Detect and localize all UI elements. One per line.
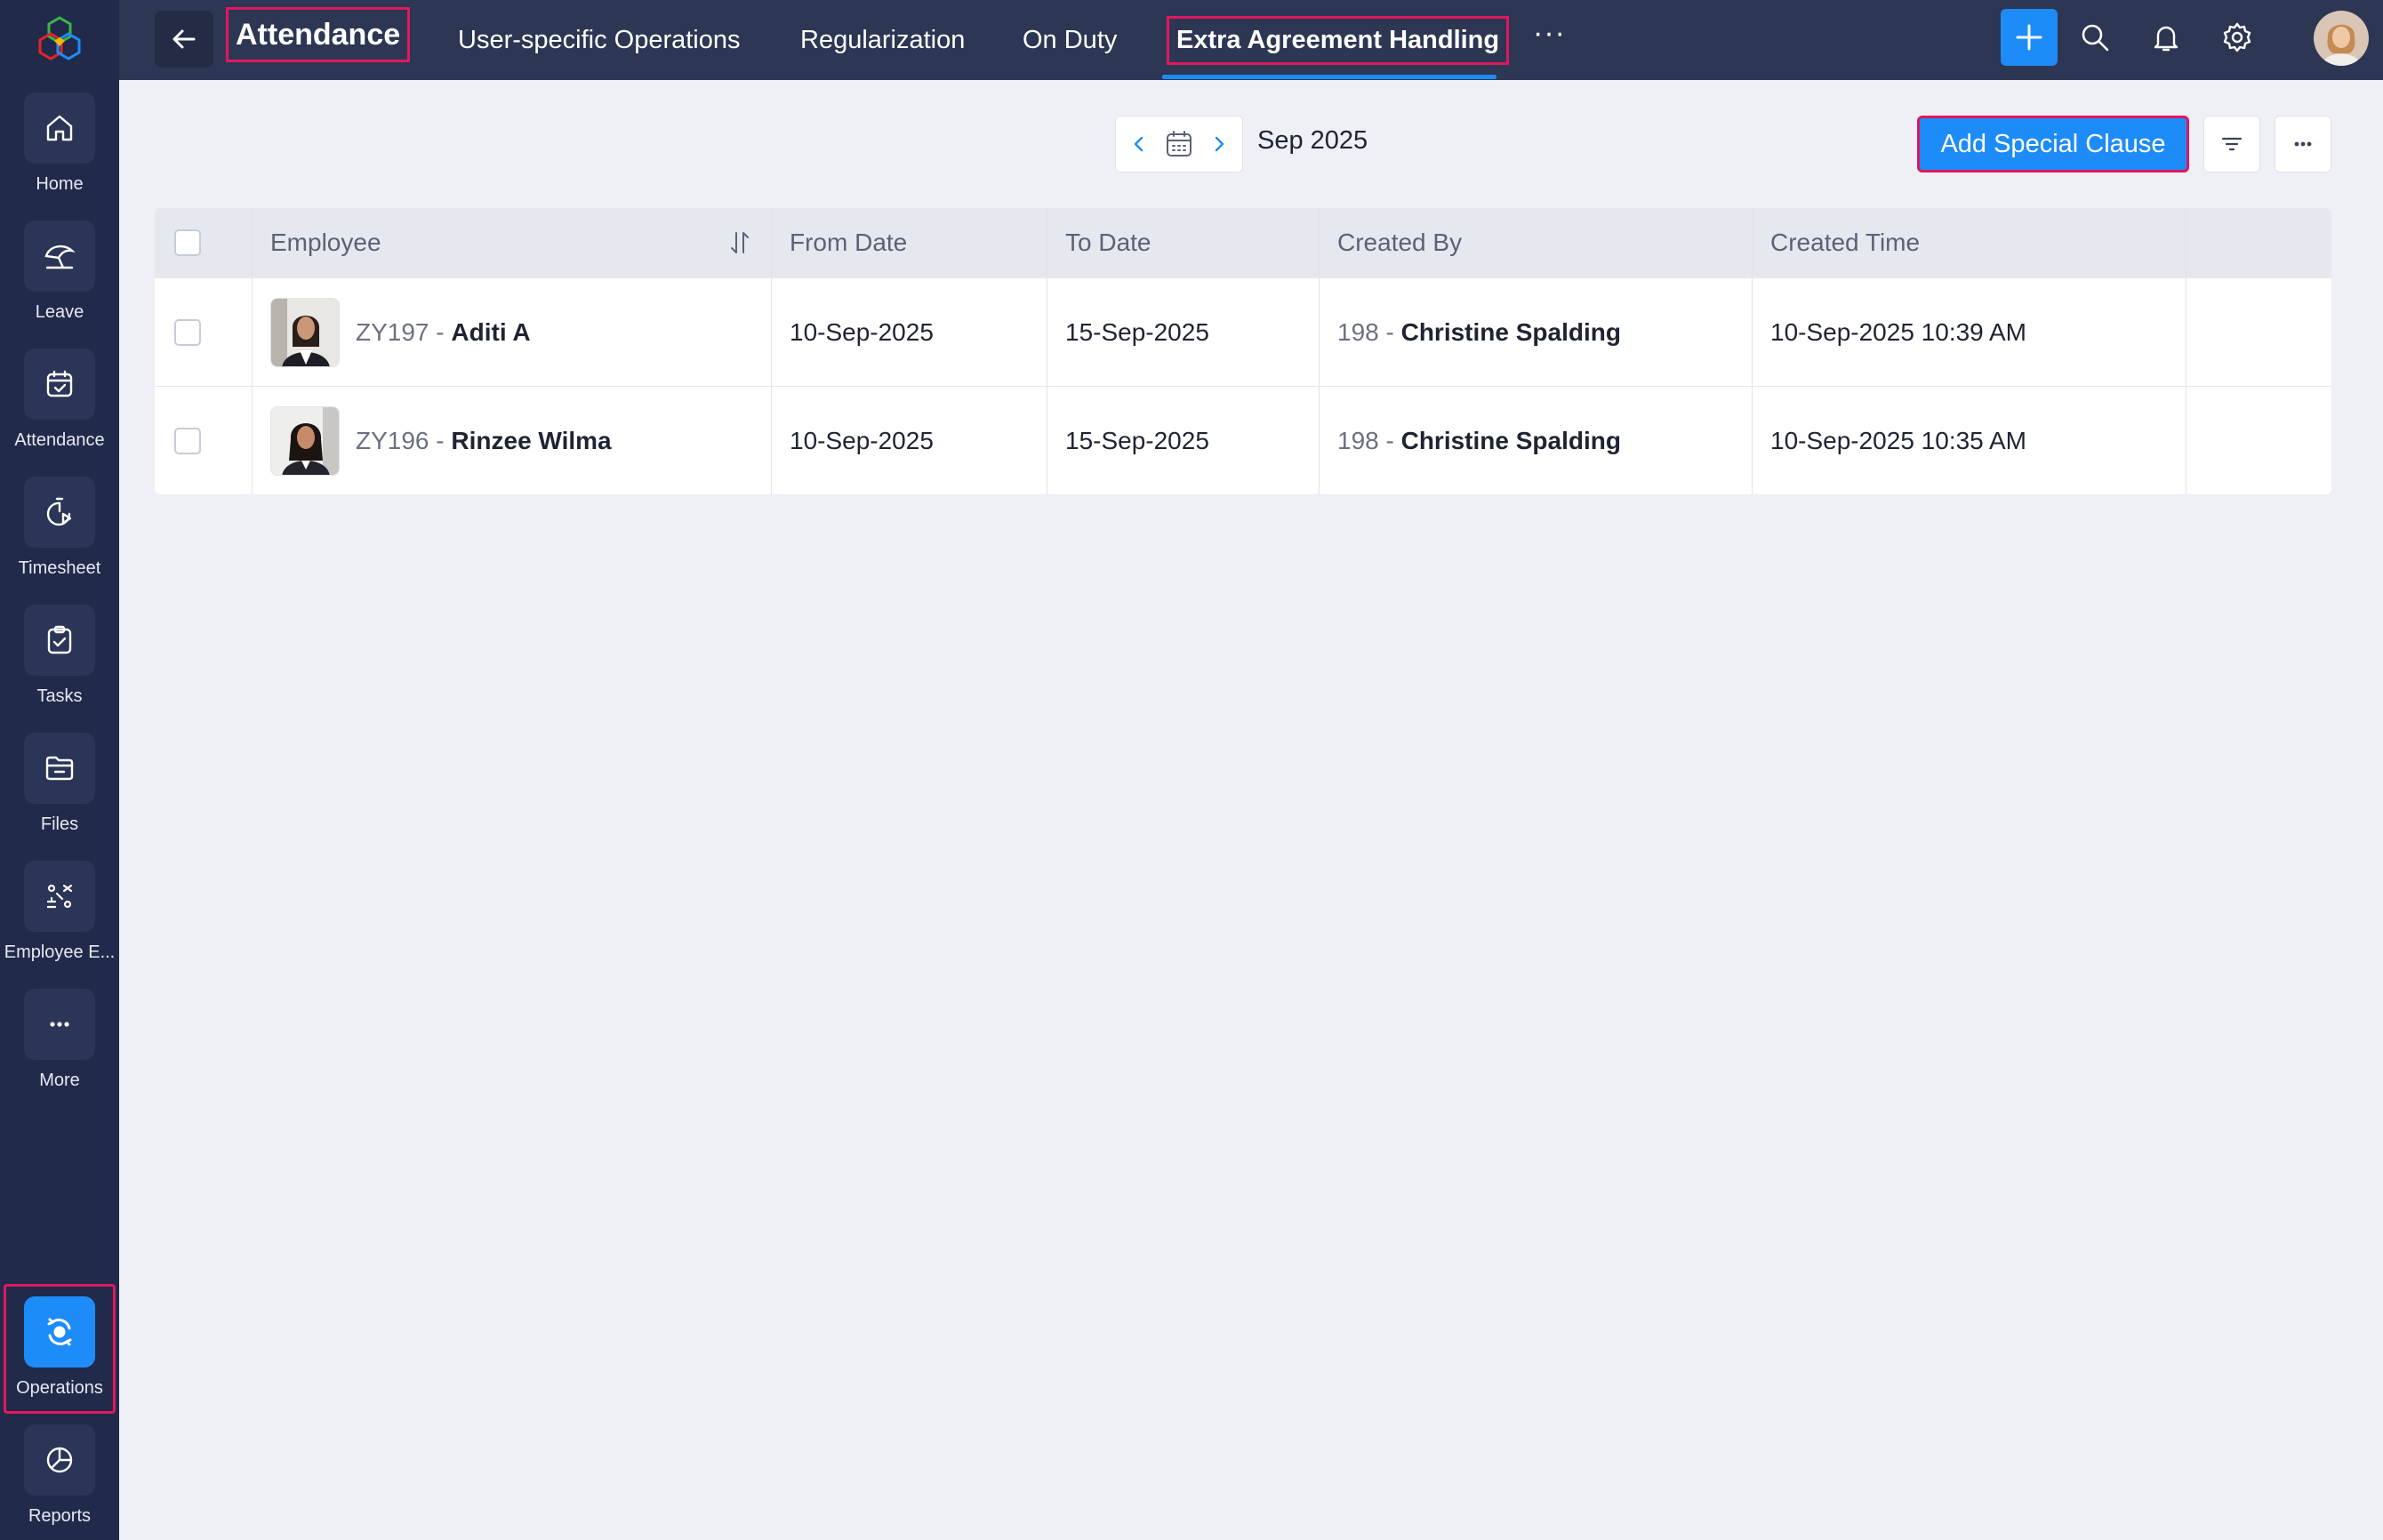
more-options-button[interactable]: [2275, 116, 2331, 172]
select-all-checkbox[interactable]: [174, 229, 201, 256]
creator-name[interactable]: Christine Spalding: [1401, 427, 1621, 455]
employee-photo: [270, 297, 340, 367]
umbrella-icon: [44, 245, 76, 269]
plus-icon: [2016, 24, 2042, 51]
sidebar-item-label: Operations: [16, 1378, 103, 1398]
sidebar-item-employee-engagement[interactable]: Employee E...: [0, 861, 119, 976]
sidebar-item-timesheet[interactable]: Timesheet: [0, 477, 119, 592]
to-date-cell: 15-Sep-2025: [1047, 278, 1320, 386]
add-special-clause-button[interactable]: Add Special Clause: [1917, 116, 2189, 172]
employee-engagement-icon: [46, 884, 73, 909]
sidebar: Home Leave Attendance Timesheet Tasks Fi…: [0, 0, 119, 1540]
from-date-cell: 10-Sep-2025: [772, 278, 1047, 386]
app-logo-icon[interactable]: [36, 14, 84, 62]
arrow-left-icon: [173, 29, 196, 49]
special-clause-table: Employee From Date To Date Created By Cr…: [155, 208, 2331, 494]
column-header-created-by[interactable]: Created By: [1320, 208, 1753, 277]
employee-name[interactable]: Aditi A: [451, 318, 530, 347]
table-row[interactable]: ZY197 - Aditi A 10-Sep-2025 15-Sep-2025 …: [155, 277, 2331, 386]
chevron-right-icon[interactable]: [1208, 133, 1230, 155]
to-date-cell: 15-Sep-2025: [1047, 387, 1320, 494]
calendar-check-icon: [46, 370, 73, 397]
column-header-employee[interactable]: Employee: [253, 208, 772, 277]
created-time-cell: 10-Sep-2025 10:39 AM: [1753, 278, 2186, 386]
tabs-more-button[interactable]: ···: [1533, 16, 1566, 51]
current-month-label: Sep 2025: [1257, 126, 1368, 155]
sort-icon[interactable]: [726, 229, 753, 256]
search-icon: [2082, 24, 2109, 52]
created-time-cell: 10-Sep-2025 10:35 AM: [1753, 387, 2186, 494]
employee-id: ZY197 -: [356, 317, 445, 346]
column-header-to-date[interactable]: To Date: [1047, 208, 1320, 277]
sidebar-item-files[interactable]: Files: [0, 733, 119, 848]
sidebar-item-operations[interactable]: Operations: [0, 1296, 119, 1412]
sidebar-item-label: Tasks: [36, 686, 83, 706]
top-bar: Attendance User-specific Operations Regu…: [119, 0, 2383, 80]
sidebar-item-more[interactable]: More: [0, 989, 119, 1104]
creator-id: 198 -: [1337, 317, 1394, 346]
employee-photo-icon: [271, 406, 339, 475]
sidebar-item-reports[interactable]: Reports: [0, 1424, 119, 1540]
employee-photo-icon: [271, 298, 339, 366]
filter-icon: [2221, 137, 2243, 151]
sidebar-item-label: Home: [36, 174, 84, 194]
sidebar-item-tasks[interactable]: Tasks: [0, 605, 119, 720]
more-dots-icon: [50, 1022, 69, 1027]
employee-name[interactable]: Rinzee Wilma: [451, 427, 611, 455]
gear-icon: [2223, 22, 2251, 52]
sidebar-item-leave[interactable]: Leave: [0, 221, 119, 336]
employee-photo: [270, 405, 340, 476]
sidebar-item-label: Leave: [35, 302, 84, 322]
row-checkbox[interactable]: [174, 427, 201, 454]
back-button[interactable]: [155, 11, 213, 68]
operations-icon: [47, 1318, 72, 1346]
tab-regularization[interactable]: Regularization: [800, 0, 965, 80]
home-icon: [46, 115, 73, 141]
sidebar-item-label: Timesheet: [18, 558, 101, 578]
pie-chart-icon: [46, 1447, 73, 1473]
tab-on-duty[interactable]: On Duty: [1023, 0, 1117, 80]
row-checkbox[interactable]: [174, 318, 201, 346]
sidebar-item-label: More: [39, 1071, 80, 1090]
employee-id: ZY196 -: [356, 426, 445, 454]
notifications-button[interactable]: [2146, 18, 2186, 57]
table-header: Employee From Date To Date Created By Cr…: [155, 208, 2331, 277]
from-date-cell: 10-Sep-2025: [772, 387, 1047, 494]
folder-icon: [45, 756, 74, 781]
timer-icon: [46, 497, 72, 526]
sidebar-item-label: Attendance: [14, 430, 105, 450]
user-photo-icon: [2314, 11, 2369, 66]
clipboard-check-icon: [47, 625, 72, 654]
tab-user-specific-operations[interactable]: User-specific Operations: [458, 0, 741, 80]
active-tab-indicator: [1162, 75, 1496, 79]
sidebar-item-label: Employee E...: [4, 942, 116, 962]
calendar-icon[interactable]: [1163, 128, 1195, 160]
sidebar-item-label: Reports: [28, 1506, 92, 1526]
user-avatar[interactable]: [2314, 11, 2369, 66]
filter-button[interactable]: [2203, 116, 2260, 172]
tab-extra-agreement-handling[interactable]: Extra Agreement Handling: [1167, 0, 1510, 80]
table-row[interactable]: ZY196 - Rinzee Wilma 10-Sep-2025 15-Sep-…: [155, 386, 2331, 494]
creator-id: 198 -: [1337, 426, 1394, 454]
sidebar-item-home[interactable]: Home: [0, 92, 119, 208]
chevron-left-icon[interactable]: [1128, 133, 1150, 155]
search-button[interactable]: [2075, 18, 2114, 57]
bell-icon: [2154, 26, 2178, 52]
sidebar-item-label: Files: [40, 814, 79, 834]
column-header-created-time[interactable]: Created Time: [1753, 208, 2186, 277]
creator-name[interactable]: Christine Spalding: [1401, 318, 1621, 347]
column-header-from-date[interactable]: From Date: [772, 208, 1047, 277]
settings-button[interactable]: [2218, 18, 2257, 57]
month-navigator: [1115, 116, 1243, 172]
module-title: Attendance: [226, 7, 411, 62]
quick-add-button[interactable]: [2001, 9, 2058, 66]
more-dots-icon: [2294, 141, 2312, 147]
sidebar-item-attendance[interactable]: Attendance: [0, 349, 119, 464]
